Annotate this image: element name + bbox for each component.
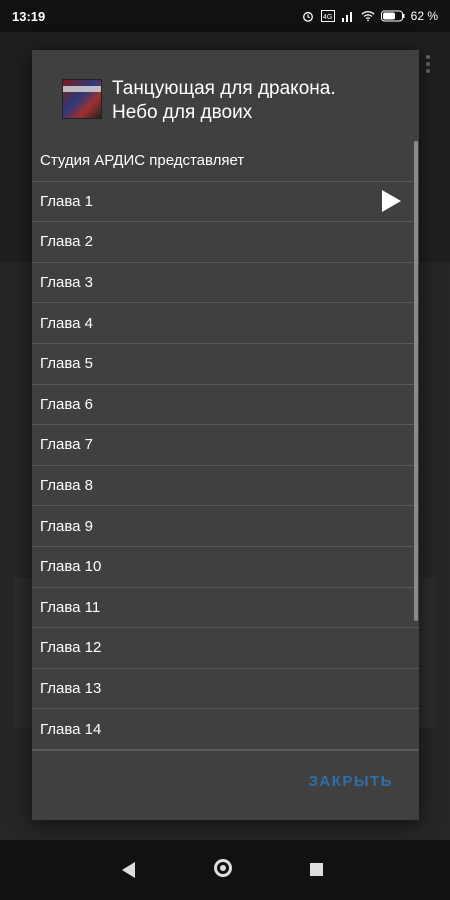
list-item-chapter[interactable]: Глава 13 — [32, 669, 419, 710]
list-item-label: Глава 10 — [40, 558, 102, 576]
recents-icon[interactable] — [310, 863, 323, 876]
signal-icon — [341, 12, 352, 22]
status-time: 13:19 — [12, 8, 46, 24]
title-line-2: Небо для двоих — [112, 102, 253, 123]
list-item-label: Глава 8 — [40, 477, 94, 495]
dialog-divider — [32, 750, 419, 751]
list-item-label: Глава 6 — [40, 395, 94, 413]
back-icon[interactable] — [122, 862, 135, 878]
list-item-label: Глава 9 — [40, 517, 94, 535]
list-item-label: Глава 4 — [40, 314, 94, 332]
list-item-label: Глава 14 — [40, 720, 102, 738]
list-item-label: Глава 1 — [40, 192, 94, 210]
list-item-chapter[interactable]: Глава 8 — [32, 466, 419, 507]
battery-icon — [380, 10, 405, 22]
volte-icon: 4G — [320, 10, 335, 22]
dialog-title: Танцующая для дракона. Небо для двоих — [112, 77, 412, 125]
battery-percent: 62 % — [410, 9, 438, 23]
list-item-chapter[interactable]: Глава 4 — [32, 303, 419, 344]
overflow-menu-icon — [426, 55, 430, 73]
chapter-list[interactable]: Студия АРДИС представляет Глава 1 Глава … — [32, 141, 419, 752]
list-item-chapter[interactable]: Глава 5 — [32, 344, 419, 385]
list-item-label: Глава 13 — [40, 680, 102, 698]
status-icons: 4G 62 % — [301, 9, 438, 23]
list-item-chapter[interactable]: Глава 3 — [32, 263, 419, 304]
list-item-chapter[interactable]: Глава 7 — [32, 425, 419, 466]
list-item-chapter[interactable]: Глава 14 — [32, 709, 419, 750]
wifi-icon — [361, 11, 375, 22]
status-bar: 13:19 4G 62 % — [0, 0, 450, 32]
book-cover-thumbnail — [62, 79, 102, 119]
list-item-chapter[interactable]: Глава 12 — [32, 628, 419, 669]
play-icon[interactable] — [382, 190, 401, 213]
list-item-label: Студия АРДИС представляет — [40, 152, 245, 170]
home-icon[interactable] — [214, 859, 232, 877]
list-item-label: Глава 2 — [40, 233, 94, 251]
chapter-dialog: Танцующая для дракона. Небо для двоих Ст… — [32, 50, 419, 820]
list-item-intro[interactable]: Студия АРДИС представляет — [32, 141, 419, 182]
close-button[interactable]: ЗАКРЫТЬ — [308, 773, 393, 790]
list-item-label: Глава 7 — [40, 436, 94, 454]
navigation-bar — [0, 840, 450, 900]
dialog-header: Танцующая для дракона. Небо для двоих — [32, 50, 419, 145]
scrollbar[interactable] — [414, 141, 418, 621]
list-item-chapter[interactable]: Глава 6 — [32, 385, 419, 426]
list-item-label: Глава 5 — [40, 355, 94, 373]
list-item-label: Глава 12 — [40, 639, 102, 657]
list-item-chapter[interactable]: Глава 10 — [32, 547, 419, 588]
alarm-icon — [302, 11, 313, 22]
svg-text:4G: 4G — [323, 14, 332, 21]
title-line-1: Танцующая для дракона. — [112, 78, 336, 99]
list-item-chapter[interactable]: Глава 11 — [32, 588, 419, 629]
list-item-chapter[interactable]: Глава 2 — [32, 222, 419, 263]
list-item-label: Глава 3 — [40, 274, 94, 292]
list-item-chapter[interactable]: Глава 1 — [32, 182, 419, 223]
list-item-label: Глава 11 — [40, 598, 101, 616]
list-item-chapter[interactable]: Глава 9 — [32, 506, 419, 547]
